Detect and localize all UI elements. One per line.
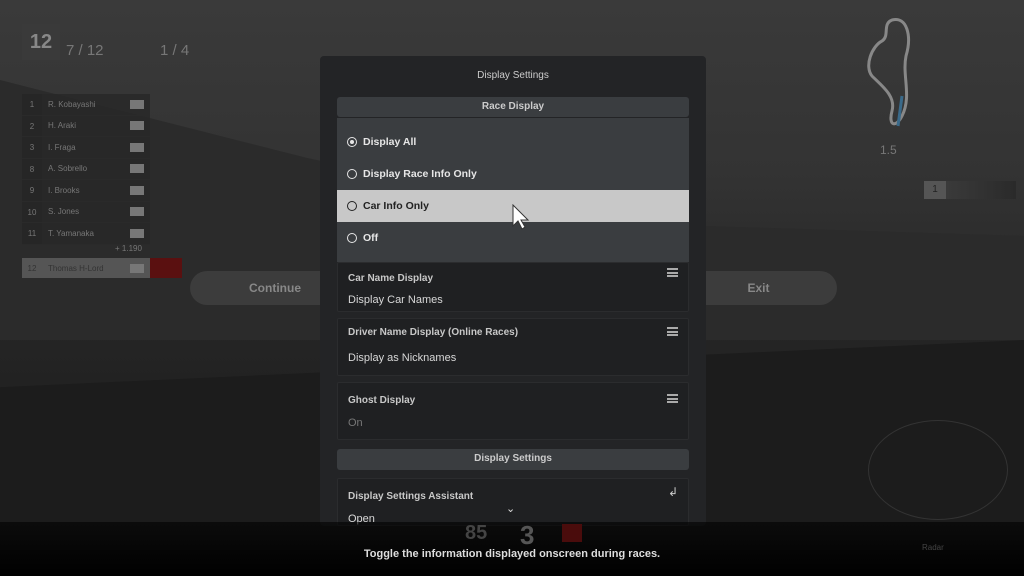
rank-box: 1 — [924, 181, 946, 199]
leaderboard-row: 11 T. Yamanaka — [22, 223, 150, 245]
leaderboard-row: 8 A. Sobrello — [22, 158, 150, 180]
row-driver-name: I. Fraga — [48, 142, 76, 152]
race-display-header: Race Display — [337, 97, 689, 117]
flag-icon — [130, 164, 144, 174]
leaderboard-row: 3 I. Fraga — [22, 137, 150, 159]
radio-icon — [347, 137, 357, 147]
player-tag — [150, 258, 182, 278]
driver-name-display-item[interactable]: Driver Name Display (Online Races) Displ… — [337, 318, 689, 376]
position-count: 7 / 12 — [66, 42, 104, 59]
row-driver-name: I. Brooks — [48, 185, 80, 195]
help-hint: Toggle the information displayed onscree… — [363, 548, 661, 560]
option-label: Car Info Only — [363, 200, 429, 212]
leaderboard-row: 9 I. Brooks — [22, 180, 150, 202]
position-badge: 12 — [22, 24, 60, 60]
row-position: 11 — [22, 223, 42, 244]
option-label: Off — [363, 232, 379, 244]
item-label: Ghost Display — [348, 395, 416, 406]
track-minimap — [867, 18, 910, 127]
row-driver-name: R. Kobayashi — [48, 99, 96, 109]
flag-icon — [130, 142, 144, 152]
race-display-dropdown: Display All Display Race Info Only Car I… — [337, 118, 689, 262]
radio-icon — [347, 169, 357, 179]
flag-icon — [130, 228, 144, 238]
rev-indicator — [562, 524, 582, 542]
radar — [868, 420, 1008, 520]
leaderboard: 1 R. Kobayashi 2 H. Araki 3 I. Fraga 8 A. Sobre… — [22, 94, 150, 245]
option-display-all[interactable]: Display All — [337, 126, 689, 158]
player-row: 12 Thomas H-Lord — [22, 258, 150, 278]
item-label: Driver Name Display (Online Races) — [348, 327, 519, 338]
scroll-down-icon[interactable]: ⌄ — [506, 502, 515, 515]
ghost-display-item[interactable]: Ghost Display On — [337, 382, 689, 440]
row-position: 3 — [22, 137, 42, 158]
row-driver-name: T. Yamanaka — [48, 228, 94, 238]
flag-icon — [130, 99, 144, 109]
row-driver-name: S. Jones — [48, 207, 80, 217]
row-driver-name: H. Araki — [48, 121, 77, 131]
item-value: Display Car Names — [348, 294, 443, 306]
row-position: 10 — [22, 201, 42, 222]
flag-icon — [130, 121, 144, 131]
flag-icon — [130, 207, 144, 217]
option-display-race-info-only[interactable]: Display Race Info Only — [337, 158, 689, 190]
row-position: 8 — [22, 158, 42, 179]
rank-bar — [946, 181, 1016, 199]
leaderboard-row: 10 S. Jones — [22, 201, 150, 223]
leaderboard-row: 2 H. Araki — [22, 115, 150, 137]
lap-count: 1 / 4 — [160, 42, 190, 59]
speed-readout: 85 — [465, 522, 488, 544]
enter-icon: ↲ — [667, 485, 678, 499]
item-value: On — [348, 417, 363, 429]
row-driver-name: A. Sobrello — [48, 164, 88, 174]
item-label: Car Name Display — [348, 273, 434, 284]
panel-title: Display Settings — [477, 70, 549, 81]
radio-icon — [347, 201, 357, 211]
leaderboard-row: 1 R. Kobayashi — [22, 94, 150, 116]
list-icon — [667, 327, 678, 336]
distance-readout: 1.5 — [880, 143, 897, 157]
row-position: 1 — [22, 94, 42, 115]
row-position: 2 — [22, 115, 42, 136]
list-icon — [667, 394, 678, 403]
gear-readout: 3 — [520, 520, 535, 550]
radio-icon — [347, 233, 357, 243]
flag-icon — [130, 263, 144, 273]
option-label: Display All — [363, 136, 417, 148]
car-name-display-item[interactable]: Car Name Display Display Car Names — [337, 262, 689, 312]
display-settings-header: Display Settings — [337, 449, 689, 470]
row-position: 9 — [22, 180, 42, 201]
cursor-icon — [512, 204, 530, 230]
item-value: Display as Nicknames — [348, 352, 457, 364]
list-icon — [667, 268, 678, 277]
item-label: Display Settings Assistant — [348, 491, 474, 502]
option-label: Display Race Info Only — [363, 168, 477, 180]
player-name: Thomas H-Lord — [48, 263, 104, 273]
player-pos: 12 — [27, 263, 37, 273]
flag-icon — [130, 185, 144, 195]
gap-time: + 1.190 — [115, 244, 142, 253]
